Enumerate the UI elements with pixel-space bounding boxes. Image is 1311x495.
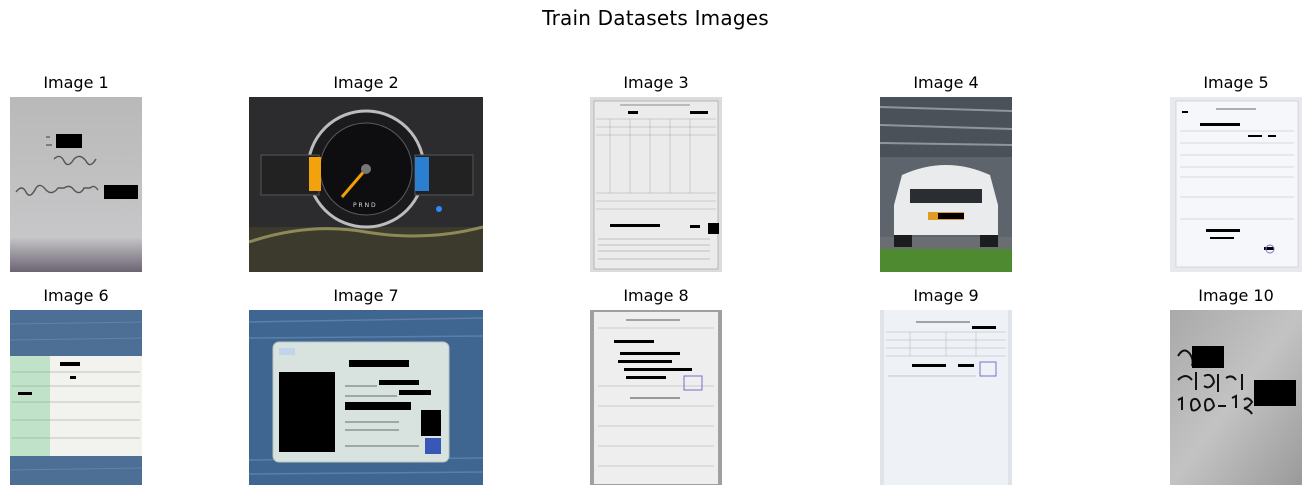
handwritten-note-image bbox=[1170, 310, 1302, 485]
car-photo-image bbox=[880, 97, 1012, 272]
document-image bbox=[880, 310, 1012, 485]
image-title: Image 4 bbox=[913, 73, 979, 92]
image-cell-4: Image 4 bbox=[880, 73, 1012, 272]
document-image bbox=[1170, 97, 1302, 272]
document-image bbox=[590, 310, 722, 485]
svg-text:P R N D: P R N D bbox=[353, 202, 376, 209]
image-title: Image 3 bbox=[623, 73, 689, 92]
image-cell-5: Image 5 bbox=[1170, 73, 1302, 272]
image-cell-7: Image 7 bbox=[249, 286, 483, 485]
image-title: Image 7 bbox=[333, 286, 399, 305]
image-title: Image 9 bbox=[913, 286, 979, 305]
document-image bbox=[590, 97, 722, 272]
image-cell-10: Image 10 bbox=[1170, 286, 1302, 485]
image-cell-3: Image 3 bbox=[590, 73, 722, 272]
image-cell-9: Image 9 bbox=[880, 286, 1012, 485]
dashboard-image: P R N D bbox=[249, 97, 483, 272]
license-card-image bbox=[249, 310, 483, 485]
image-cell-8: Image 8 bbox=[590, 286, 722, 485]
image-title: Image 5 bbox=[1203, 73, 1269, 92]
image-cell-1: Image 1 bbox=[10, 73, 142, 272]
image-title: Image 6 bbox=[43, 286, 109, 305]
image-title: Image 10 bbox=[1198, 286, 1274, 305]
image-cell-6: Image 6 bbox=[10, 286, 142, 485]
image-cell-2: Image 2 P R N D bbox=[249, 73, 483, 272]
document-on-table-image bbox=[10, 310, 142, 485]
figure-title: Train Datasets Images bbox=[542, 6, 769, 30]
image-title: Image 2 bbox=[333, 73, 399, 92]
handwritten-note-image bbox=[10, 97, 142, 272]
image-title: Image 1 bbox=[43, 73, 109, 92]
image-title: Image 8 bbox=[623, 286, 689, 305]
